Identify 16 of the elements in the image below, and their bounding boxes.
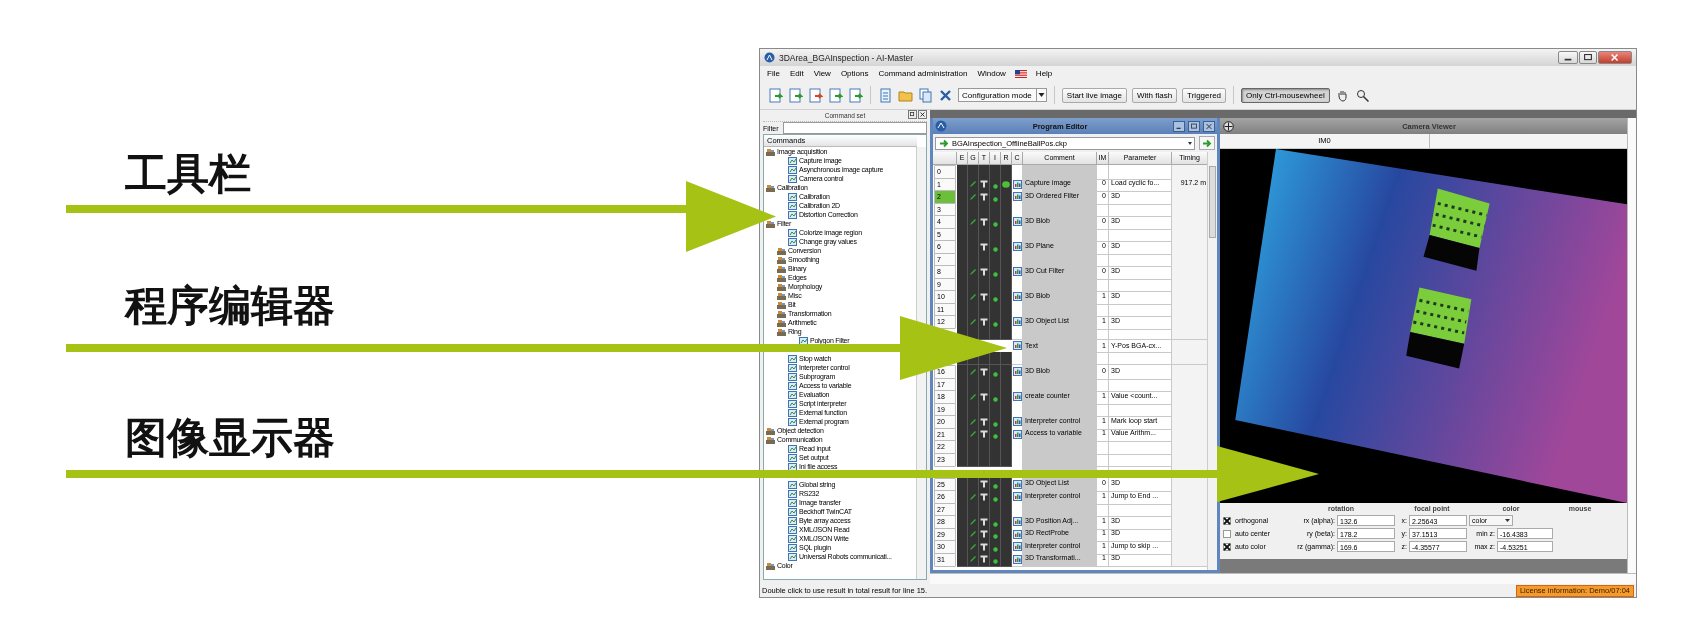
menu-item[interactable]: View xyxy=(808,68,836,79)
window-title: 3DArea_BGAInspection - AI-Master xyxy=(779,52,915,63)
menu-item[interactable]: Options xyxy=(835,68,874,79)
callout-label: 图像显示器 xyxy=(125,416,335,460)
callout-label: 工具栏 xyxy=(125,152,251,196)
menu-item[interactable]: Command administration xyxy=(873,68,973,79)
menu-item[interactable]: File xyxy=(762,68,785,79)
toolbar-button[interactable]: Triggered xyxy=(1182,87,1227,103)
toolbar-button[interactable]: With flash xyxy=(1131,87,1178,103)
toolbar-button[interactable]: Start live image xyxy=(1061,87,1127,103)
mode-select[interactable]: Configuration mode xyxy=(958,88,1047,102)
menu-item[interactable]: Help xyxy=(1030,68,1058,79)
menu-item[interactable]: Window xyxy=(972,68,1011,79)
menu-item[interactable]: Edit xyxy=(784,68,809,79)
callout-label: 程序编辑器 xyxy=(125,284,335,328)
toolbar-button[interactable]: Only Ctrl-mousewheel xyxy=(1241,87,1330,103)
